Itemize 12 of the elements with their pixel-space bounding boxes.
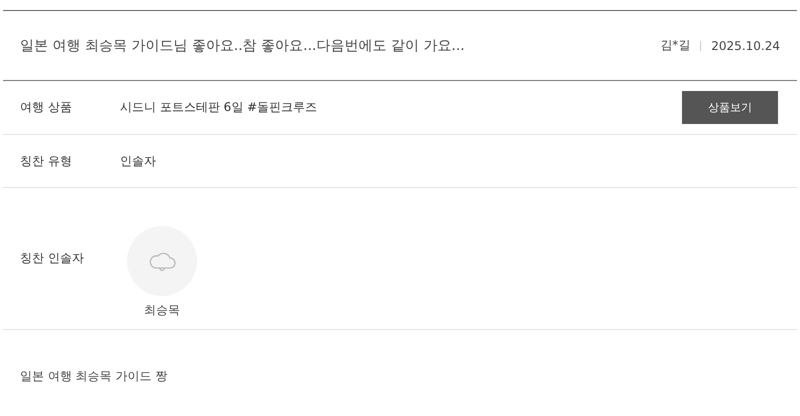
row-label: 여행 상품 [20,99,73,116]
guide-name: 최승목 [144,302,180,319]
cloud-icon [147,251,177,271]
review-title: 일본 여행 최승목 가이드님 좋아요..참 좋아요...다음번에도 같이 가요... [20,36,465,54]
review-body: 일본 여행 최승목 가이드 짱 [19,368,168,385]
product-name: 시드니 포트스테판 6일 #돌핀크루즈 [120,99,318,116]
row-label: 칭찬 유형 [20,152,73,170]
row-label: 칭찬 인솔자 [20,250,85,267]
review-date: 2025.10.24 [711,38,780,52]
row-value: 인솔자 [120,152,157,170]
author-name: 김*길 [660,37,690,54]
view-product-button[interactable]: 상품보기 [682,91,778,124]
